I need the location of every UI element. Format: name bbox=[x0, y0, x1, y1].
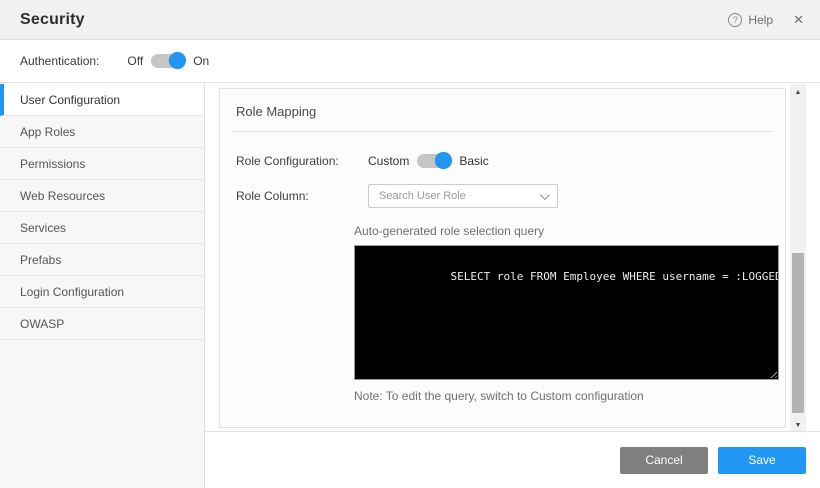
role-configuration-toggle[interactable] bbox=[417, 154, 451, 168]
sidebar-item-label: Web Resources bbox=[20, 189, 105, 203]
sidebar-item-label: Permissions bbox=[20, 157, 85, 171]
section-title: Role Mapping bbox=[232, 89, 773, 132]
sidebar-item-user-configuration[interactable]: User Configuration bbox=[0, 84, 204, 116]
sidebar: User Configuration App Roles Permissions We… bbox=[0, 84, 205, 488]
role-column-row: Role Column: Search User Role bbox=[236, 184, 773, 208]
authentication-label: Authentication: bbox=[20, 54, 99, 68]
toggle-knob bbox=[169, 52, 186, 69]
toggle-knob bbox=[435, 152, 452, 169]
dropdown-placeholder: Search User Role bbox=[379, 190, 466, 202]
topbar: Security ? Help ✕ bbox=[0, 0, 820, 40]
auth-off-label: Off bbox=[127, 54, 143, 68]
form-area: Role Configuration: Custom Basic Role Co… bbox=[220, 132, 785, 208]
sidebar-item-services[interactable]: Services bbox=[0, 212, 204, 244]
footer: Cancel Save bbox=[205, 432, 820, 488]
sidebar-item-label: OWASP bbox=[20, 317, 64, 331]
role-column-dropdown[interactable]: Search User Role bbox=[368, 184, 558, 208]
vertical-scrollbar[interactable]: ▲ ▼ bbox=[790, 84, 806, 435]
help-icon: ? bbox=[728, 13, 742, 27]
sidebar-item-label: Services bbox=[20, 221, 66, 235]
role-configuration-row: Role Configuration: Custom Basic bbox=[236, 154, 773, 168]
close-icon[interactable]: ✕ bbox=[793, 12, 804, 28]
sidebar-item-label: User Configuration bbox=[20, 93, 120, 107]
sidebar-item-owasp[interactable]: OWASP bbox=[0, 308, 204, 340]
role-mapping-card: Role Mapping Role Configuration: Custom … bbox=[219, 88, 786, 428]
help-label: Help bbox=[748, 13, 773, 27]
scrollbar-thumb[interactable] bbox=[792, 253, 804, 413]
query-section: Auto-generated role selection query SELE… bbox=[354, 224, 779, 403]
cancel-button[interactable]: Cancel bbox=[620, 447, 708, 474]
sidebar-item-label: App Roles bbox=[20, 125, 75, 139]
resize-handle-icon[interactable] bbox=[768, 369, 777, 378]
body: User Configuration App Roles Permissions We… bbox=[0, 84, 820, 488]
query-caption: Auto-generated role selection query bbox=[354, 224, 779, 238]
query-text: SELECT role FROM Employee WHERE username… bbox=[450, 270, 779, 283]
role-configuration-control: Custom Basic bbox=[368, 154, 489, 168]
topbar-actions: ? Help ✕ bbox=[728, 12, 804, 28]
sidebar-item-web-resources[interactable]: Web Resources bbox=[0, 180, 204, 212]
custom-label: Custom bbox=[368, 154, 409, 168]
sidebar-item-prefabs[interactable]: Prefabs bbox=[0, 244, 204, 276]
query-note: Note: To edit the query, switch to Custo… bbox=[354, 389, 779, 403]
scroll-up-icon[interactable]: ▲ bbox=[790, 86, 806, 100]
save-button[interactable]: Save bbox=[718, 447, 806, 474]
auth-on-label: On bbox=[193, 54, 209, 68]
basic-label: Basic bbox=[459, 154, 488, 168]
sidebar-item-label: Prefabs bbox=[20, 253, 61, 267]
sidebar-item-login-configuration[interactable]: Login Configuration bbox=[0, 276, 204, 308]
authentication-toggle[interactable] bbox=[151, 54, 185, 68]
security-window: Security ? Help ✕ Authentication: Off On… bbox=[0, 0, 820, 488]
query-editor[interactable]: SELECT role FROM Employee WHERE username… bbox=[354, 245, 779, 380]
help-button[interactable]: ? Help bbox=[728, 13, 773, 27]
sidebar-item-label: Login Configuration bbox=[20, 285, 124, 299]
sidebar-item-app-roles[interactable]: App Roles bbox=[0, 116, 204, 148]
chevron-down-icon bbox=[540, 190, 550, 200]
main-panel: Role Mapping Role Configuration: Custom … bbox=[205, 84, 820, 488]
page-title: Security bbox=[16, 11, 85, 29]
role-column-label: Role Column: bbox=[236, 189, 368, 203]
role-configuration-label: Role Configuration: bbox=[236, 154, 368, 168]
sidebar-item-permissions[interactable]: Permissions bbox=[0, 148, 204, 180]
authentication-row: Authentication: Off On bbox=[0, 40, 820, 83]
